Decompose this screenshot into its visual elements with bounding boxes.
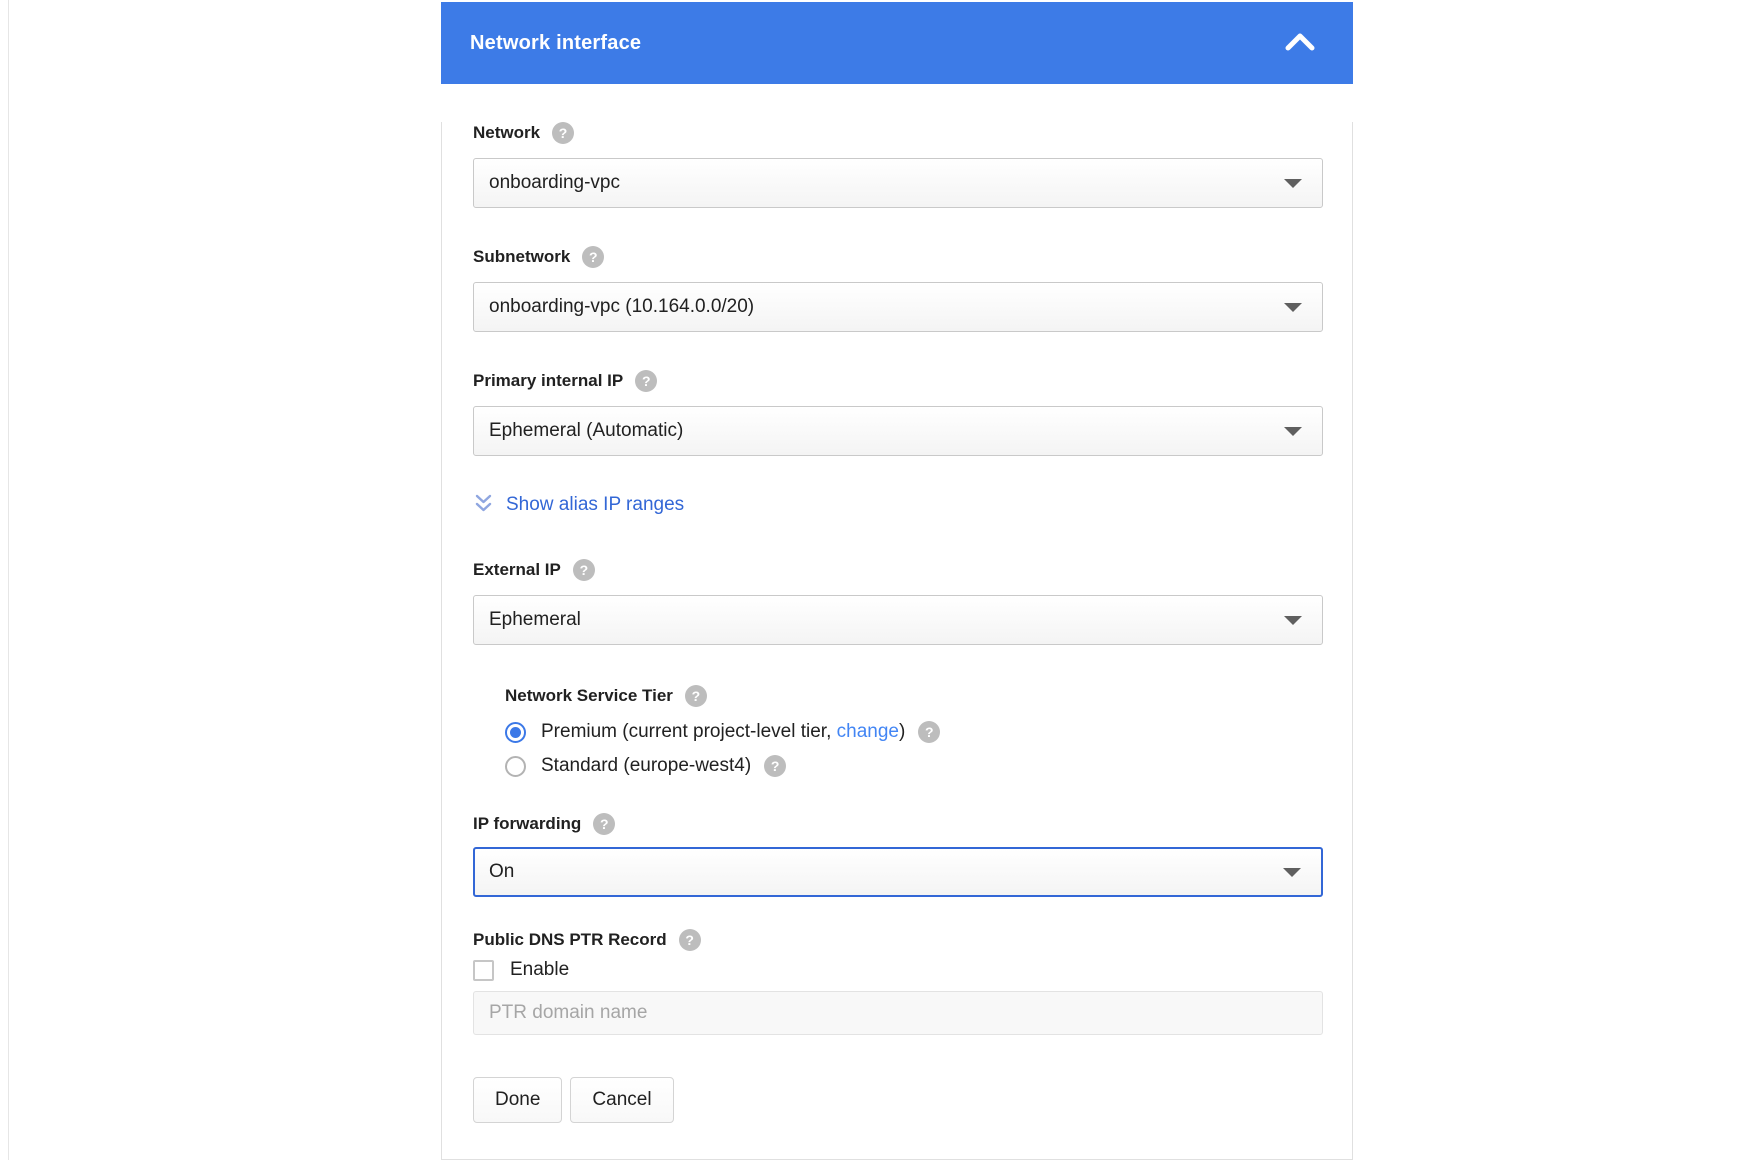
network-service-tier-label-row: Network Service Tier ? (505, 685, 1323, 707)
standard-tier-radio[interactable] (505, 756, 526, 777)
primary-internal-ip-select-value: Ephemeral (Automatic) (489, 420, 683, 442)
caret-down-icon (1284, 427, 1302, 436)
standard-tier-radio-row[interactable]: Standard (europe-west4) ? (505, 751, 1323, 781)
caret-down-icon (1284, 303, 1302, 312)
primary-internal-ip-label-row: Primary internal IP ? (473, 370, 1323, 392)
help-icon[interactable]: ? (582, 246, 604, 268)
enable-ptr-row[interactable]: Enable (473, 957, 1323, 983)
panel-body: Network ? onboarding-vpc Subnetwork ? on… (441, 122, 1353, 1160)
subnetwork-label: Subnetwork (473, 246, 570, 268)
enable-ptr-checkbox[interactable] (473, 960, 494, 981)
primary-internal-ip-select[interactable]: Ephemeral (Automatic) (473, 406, 1323, 456)
help-icon[interactable]: ? (679, 929, 701, 951)
ptr-domain-name-input[interactable] (473, 991, 1323, 1035)
ip-forwarding-select[interactable]: On (473, 847, 1323, 897)
caret-down-icon (1283, 868, 1301, 877)
page-left-divider (8, 0, 9, 1160)
help-icon[interactable]: ? (685, 685, 707, 707)
network-interface-panel: Network interface Network ? onboarding-v… (441, 2, 1353, 1160)
change-tier-link[interactable]: change (837, 721, 899, 742)
premium-tier-radio[interactable] (505, 722, 526, 743)
network-select-value: onboarding-vpc (489, 172, 620, 194)
enable-ptr-label[interactable]: Enable (510, 959, 569, 981)
show-alias-ip-ranges-link[interactable]: Show alias IP ranges (473, 492, 684, 517)
help-icon[interactable]: ? (635, 370, 657, 392)
help-icon[interactable]: ? (593, 813, 615, 835)
network-select[interactable]: onboarding-vpc (473, 158, 1323, 208)
show-alias-ip-ranges-label: Show alias IP ranges (506, 494, 684, 516)
done-button[interactable]: Done (473, 1077, 562, 1123)
public-dns-ptr-label: Public DNS PTR Record (473, 929, 667, 951)
ip-forwarding-select-value: On (489, 861, 514, 883)
public-dns-ptr-label-row: Public DNS PTR Record ? (473, 929, 1323, 951)
subnetwork-select-value: onboarding-vpc (10.164.0.0/20) (489, 296, 754, 318)
subnetwork-select[interactable]: onboarding-vpc (10.164.0.0/20) (473, 282, 1323, 332)
external-ip-select-value: Ephemeral (489, 609, 581, 631)
premium-tier-radio-row[interactable]: Premium (current project-level tier, cha… (505, 717, 1323, 747)
subnetwork-label-row: Subnetwork ? (473, 246, 1323, 268)
primary-internal-ip-label: Primary internal IP (473, 370, 623, 392)
chevron-up-icon (1285, 32, 1315, 54)
external-ip-label: External IP (473, 559, 561, 581)
cancel-button[interactable]: Cancel (570, 1077, 673, 1123)
standard-tier-label: Standard (europe-west4) (541, 751, 751, 781)
network-label-row: Network ? (473, 122, 1323, 144)
caret-down-icon (1284, 179, 1302, 188)
external-ip-select[interactable]: Ephemeral (473, 595, 1323, 645)
external-ip-label-row: External IP ? (473, 559, 1323, 581)
network-service-tier-label: Network Service Tier (505, 685, 673, 707)
collapse-section-button[interactable] (1285, 32, 1315, 54)
network-label: Network (473, 122, 540, 144)
help-icon[interactable]: ? (573, 559, 595, 581)
action-button-row: Done Cancel (473, 1077, 1323, 1123)
caret-down-icon (1284, 616, 1302, 625)
panel-header[interactable]: Network interface (441, 2, 1353, 84)
ip-forwarding-label-row: IP forwarding ? (473, 813, 1323, 835)
help-icon[interactable]: ? (552, 122, 574, 144)
help-icon[interactable]: ? (764, 755, 786, 777)
network-service-tier-section: Network Service Tier ? Premium (current … (505, 685, 1323, 781)
double-chevron-down-icon (473, 492, 494, 517)
ip-forwarding-label: IP forwarding (473, 813, 581, 835)
panel-title: Network interface (470, 32, 641, 55)
premium-tier-label: Premium (current project-level tier, cha… (541, 717, 905, 747)
help-icon[interactable]: ? (918, 721, 940, 743)
